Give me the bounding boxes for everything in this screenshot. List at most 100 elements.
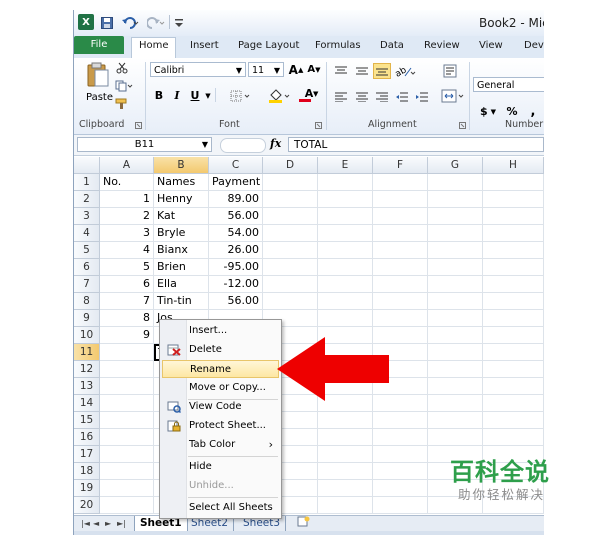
cell-g5[interactable] (428, 242, 483, 259)
cell-g2[interactable] (428, 191, 483, 208)
menu-item-select-all-sheets[interactable]: Select All Sheets (162, 499, 279, 517)
cell-e2[interactable] (318, 191, 373, 208)
column-header-h[interactable]: H (483, 157, 544, 174)
column-header-g[interactable]: G (428, 157, 483, 174)
cell-f9[interactable] (373, 310, 428, 327)
customize-qat-icon[interactable] (174, 15, 184, 30)
cell-a15[interactable] (100, 412, 154, 429)
decrease-indent-icon[interactable] (394, 90, 410, 104)
cell-e8[interactable] (318, 293, 373, 310)
cell-h6[interactable] (483, 259, 544, 276)
italic-button[interactable]: I (170, 88, 184, 103)
cell-h10[interactable] (483, 327, 544, 344)
cell-a20[interactable] (100, 497, 154, 514)
column-header-f[interactable]: F (373, 157, 428, 174)
cell-a10[interactable]: 9 (100, 327, 154, 344)
cell-b2[interactable]: Henny (154, 191, 209, 208)
cell-d7[interactable] (263, 276, 318, 293)
cell-d2[interactable] (263, 191, 318, 208)
cell-g13[interactable] (428, 378, 483, 395)
cell-a8[interactable]: 7 (100, 293, 154, 310)
row-header-5[interactable]: 5 (74, 242, 100, 259)
align-left-icon[interactable] (333, 90, 349, 104)
tab-formulas[interactable]: Formulas (315, 40, 361, 51)
row-header-18[interactable]: 18 (74, 463, 100, 480)
format-painter-icon[interactable] (114, 97, 130, 111)
cell-a6[interactable]: 5 (100, 259, 154, 276)
row-header-14[interactable]: 14 (74, 395, 100, 412)
align-center-icon[interactable] (354, 90, 370, 104)
tab-file[interactable]: File (74, 36, 124, 54)
cell-f3[interactable] (373, 208, 428, 225)
cell-f2[interactable] (373, 191, 428, 208)
cell-h14[interactable] (483, 395, 544, 412)
align-top-icon[interactable] (333, 64, 349, 78)
clipboard-launcher-icon[interactable] (134, 121, 142, 129)
tab-view[interactable]: View (479, 40, 503, 51)
cell-h4[interactable] (483, 225, 544, 242)
row-header-10[interactable]: 10 (74, 327, 100, 344)
cell-c2[interactable]: 89.00 (209, 191, 263, 208)
menu-item-hide[interactable]: Hide (162, 458, 279, 476)
cell-b3[interactable]: Kat (154, 208, 209, 225)
insert-sheet-icon[interactable] (292, 516, 316, 531)
cell-a16[interactable] (100, 429, 154, 446)
shrink-font-icon[interactable]: A ▼ (306, 62, 322, 77)
align-bottom-icon[interactable] (373, 63, 391, 79)
undo-icon[interactable] (120, 15, 140, 30)
cell-g15[interactable] (428, 412, 483, 429)
number-format-combo[interactable]: General (473, 77, 544, 92)
cell-e1[interactable] (318, 174, 373, 191)
cell-h13[interactable] (483, 378, 544, 395)
cell-f7[interactable] (373, 276, 428, 293)
wrap-text-icon[interactable] (442, 63, 458, 79)
row-header-13[interactable]: 13 (74, 378, 100, 395)
cell-b4[interactable]: Bryle (154, 225, 209, 242)
cell-b7[interactable]: Ella (154, 276, 209, 293)
cell-g4[interactable] (428, 225, 483, 242)
cell-h1[interactable] (483, 174, 544, 191)
insert-function-button[interactable]: fx (270, 137, 281, 150)
formula-input[interactable]: TOTAL (288, 137, 544, 152)
row-header-8[interactable]: 8 (74, 293, 100, 310)
column-header-e[interactable]: E (318, 157, 373, 174)
name-box[interactable]: B11 ▼ (77, 137, 212, 152)
merge-center-icon[interactable] (440, 88, 466, 104)
cell-e4[interactable] (318, 225, 373, 242)
cell-c3[interactable]: 56.00 (209, 208, 263, 225)
cell-f19[interactable] (373, 480, 428, 497)
currency-format-button[interactable]: $ ▼ (477, 104, 499, 119)
menu-item-view-code[interactable]: View Code (162, 398, 279, 416)
cell-h11[interactable] (483, 344, 544, 361)
cell-b8[interactable]: Tin-tin (154, 293, 209, 310)
cell-c5[interactable]: 26.00 (209, 242, 263, 259)
cell-g1[interactable] (428, 174, 483, 191)
cell-a12[interactable] (100, 361, 154, 378)
cell-f17[interactable] (373, 446, 428, 463)
cell-a5[interactable]: 4 (100, 242, 154, 259)
cell-f6[interactable] (373, 259, 428, 276)
cell-h15[interactable] (483, 412, 544, 429)
cell-e19[interactable] (318, 480, 373, 497)
percent-style-button[interactable]: % (505, 104, 519, 119)
cell-a1[interactable]: No. (100, 174, 154, 191)
cell-a13[interactable] (100, 378, 154, 395)
row-header-20[interactable]: 20 (74, 497, 100, 514)
cell-f20[interactable] (373, 497, 428, 514)
font-launcher-icon[interactable] (314, 121, 322, 129)
cell-a11[interactable] (100, 344, 154, 361)
cell-c1[interactable]: Payment (209, 174, 263, 191)
cell-f15[interactable] (373, 412, 428, 429)
cell-c4[interactable]: 54.00 (209, 225, 263, 242)
cell-h5[interactable] (483, 242, 544, 259)
row-header-12[interactable]: 12 (74, 361, 100, 378)
cell-f1[interactable] (373, 174, 428, 191)
cell-c7[interactable]: -12.00 (209, 276, 263, 293)
cell-g11[interactable] (428, 344, 483, 361)
cell-g7[interactable] (428, 276, 483, 293)
cell-h9[interactable] (483, 310, 544, 327)
cell-f18[interactable] (373, 463, 428, 480)
chevron-down-icon[interactable]: ▼ (204, 88, 212, 103)
menu-item-rename[interactable]: Rename (162, 360, 279, 378)
cell-g6[interactable] (428, 259, 483, 276)
